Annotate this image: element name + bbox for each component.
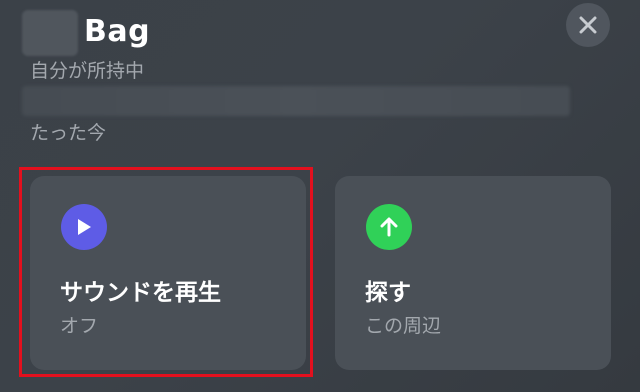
play-sound-button[interactable]: サウンドを再生 オフ — [30, 176, 306, 370]
find-status: この周辺 — [365, 315, 442, 337]
close-icon — [579, 16, 597, 34]
location-address — [22, 86, 570, 116]
play-sound-status: オフ — [60, 315, 99, 337]
item-title: Bag — [84, 14, 151, 49]
owner-status: 自分が所持中 — [30, 60, 145, 82]
play-sound-label: サウンドを再生 — [60, 280, 221, 306]
last-seen-time: たった今 — [30, 122, 107, 144]
arrow-up-icon — [366, 204, 412, 250]
play-icon — [61, 204, 107, 250]
find-button[interactable]: 探す この周辺 — [335, 176, 611, 370]
item-avatar — [22, 10, 78, 56]
find-label: 探す — [365, 280, 411, 306]
close-button[interactable] — [566, 3, 610, 47]
